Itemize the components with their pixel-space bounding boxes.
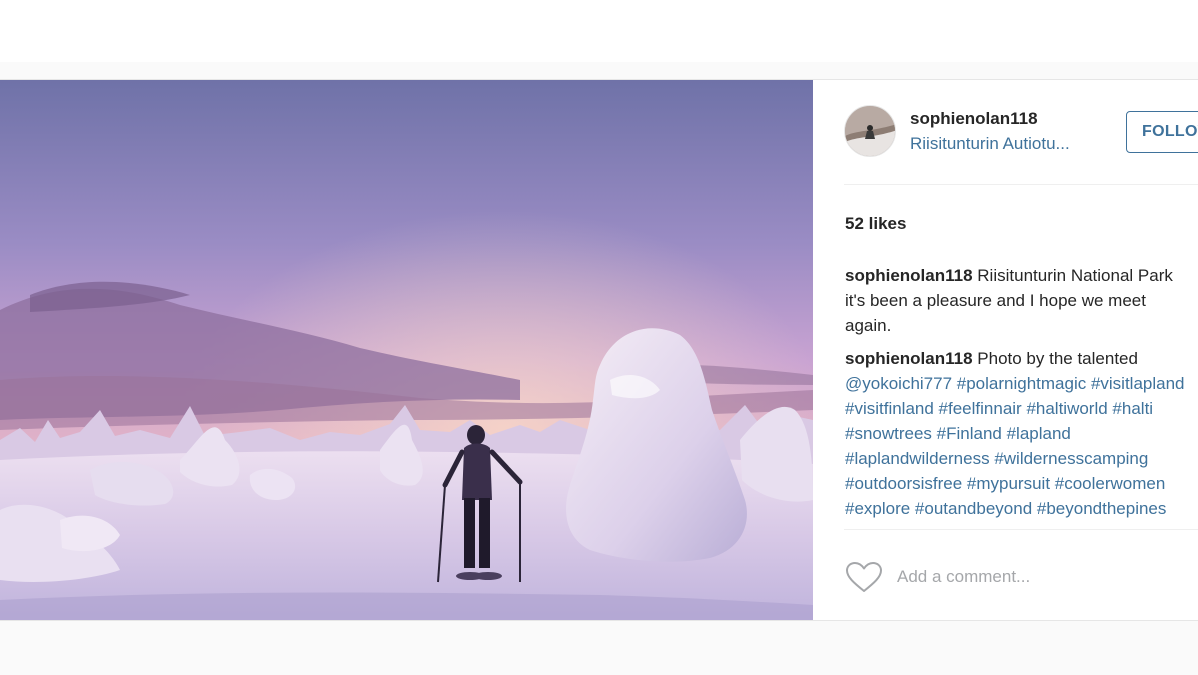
post-sidebar: sophienolan118 Riisitunturin Autiotu... … [813, 80, 1198, 620]
comment-item: sophienolan118 Riisitunturin National Pa… [845, 263, 1195, 338]
likes-count[interactable]: 52 likes [845, 214, 906, 234]
bottom-band [0, 621, 1198, 675]
like-button[interactable] [845, 561, 883, 593]
post-location[interactable]: Riisitunturin Autiotu... [910, 134, 1070, 154]
add-comment-input[interactable] [897, 564, 1177, 590]
snow-landscape-photo [0, 80, 813, 620]
heart-outline-icon [846, 562, 882, 592]
post-header: sophienolan118 Riisitunturin Autiotu... … [813, 80, 1198, 185]
avatar[interactable] [844, 105, 896, 157]
comments-list[interactable]: sophienolan118 Riisitunturin National Pa… [845, 263, 1195, 531]
post-photo[interactable] [0, 80, 813, 620]
comments-divider [844, 529, 1198, 530]
header-divider [844, 184, 1198, 185]
instagram-post: sophienolan118 Riisitunturin Autiotu... … [0, 79, 1198, 621]
comment-item: sophienolan118 Photo by the talented @yo… [845, 346, 1195, 521]
comment-hashtags[interactable]: @yokoichi777 #polarnightmagic #visitlapl… [845, 374, 1185, 518]
follow-button[interactable]: FOLLOW [1126, 111, 1198, 153]
post-username[interactable]: sophienolan118 [910, 109, 1038, 129]
avatar-image [845, 106, 895, 156]
comment-username[interactable]: sophienolan118 [845, 349, 973, 368]
comment-text: Photo by the talented [977, 349, 1138, 368]
top-band [0, 0, 1198, 62]
comment-username[interactable]: sophienolan118 [845, 266, 973, 285]
